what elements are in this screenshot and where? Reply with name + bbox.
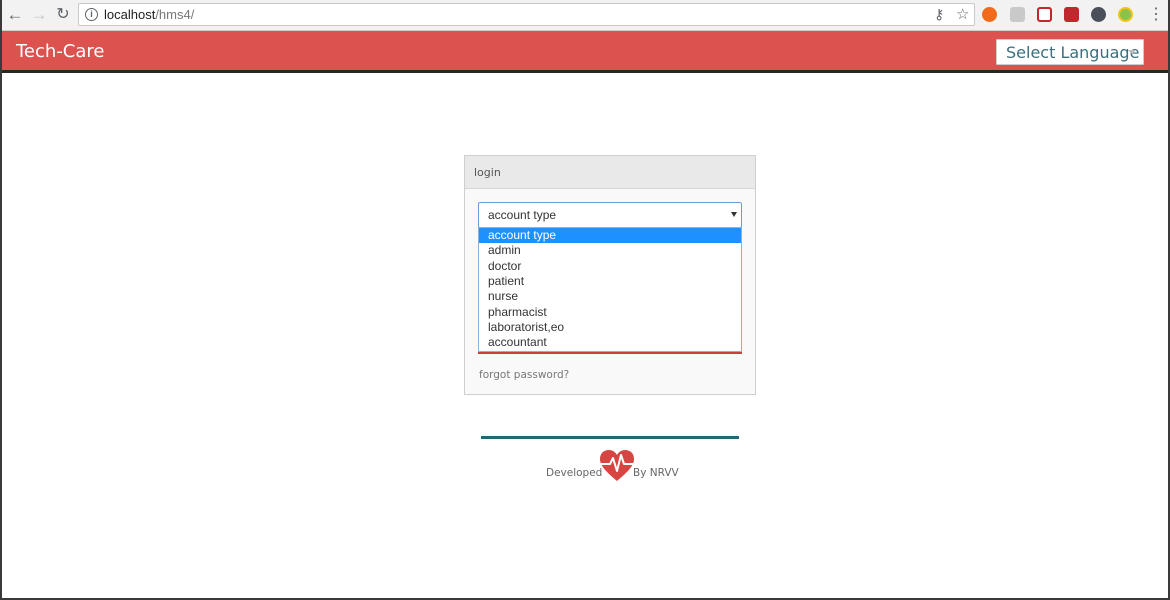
window-frame xyxy=(0,0,1170,600)
